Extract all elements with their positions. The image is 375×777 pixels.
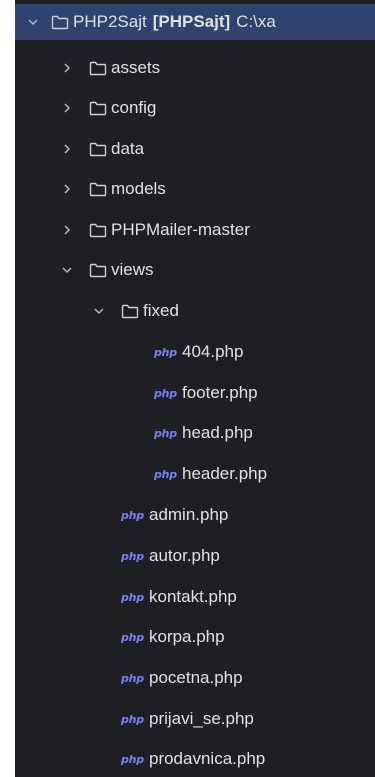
tree-file-label: kontakt.php xyxy=(148,587,237,606)
php-file-icon: php xyxy=(121,752,144,766)
tree-file-label: footer.php xyxy=(181,383,258,402)
tree-file-autor[interactable]: php autor.php xyxy=(15,538,375,574)
tree-folder-assets[interactable]: assets xyxy=(15,50,375,86)
chevron-down-icon[interactable] xyxy=(91,303,107,319)
tree-file-head[interactable]: php head.php xyxy=(15,415,375,451)
tree-root-module: [PHPSajt] xyxy=(152,12,231,31)
tree-file-pocetna[interactable]: php pocetna.php xyxy=(15,660,375,696)
php-file-icon: php xyxy=(121,630,144,644)
php-file-icon: php xyxy=(121,590,144,604)
tree-folder-fixed[interactable]: fixed xyxy=(15,293,375,329)
folder-icon xyxy=(89,180,111,198)
tree-file-404[interactable]: php 404.php xyxy=(15,334,375,370)
tree-file-admin[interactable]: php admin.php xyxy=(15,497,375,533)
tree-folder-label: config xyxy=(111,98,157,117)
tree-root-path: C:\xa xyxy=(236,12,276,31)
tree-root-row[interactable]: PHP2Sajt [PHPSajt] C:\xa xyxy=(15,4,375,40)
project-tree-panel: PHP2Sajt [PHPSajt] C:\xa assets config d… xyxy=(15,0,375,777)
tree-folder-phpmailer[interactable]: PHPMailer-master xyxy=(15,212,375,248)
tree-file-korpa[interactable]: php korpa.php xyxy=(15,619,375,655)
chevron-down-icon[interactable] xyxy=(25,14,41,30)
folder-icon xyxy=(89,221,111,239)
tree-folder-label: PHPMailer-master xyxy=(111,220,250,239)
chevron-down-icon[interactable] xyxy=(59,262,75,278)
tree-file-label: 404.php xyxy=(181,342,244,361)
php-file-icon: php xyxy=(121,549,144,563)
php-file-icon: php xyxy=(154,345,177,359)
php-file-icon: php xyxy=(154,386,177,400)
tree-folder-label: models xyxy=(111,179,166,198)
folder-icon xyxy=(51,13,73,31)
tree-file-prijavi-se[interactable]: php prijavi_se.php xyxy=(15,701,375,737)
folder-icon xyxy=(89,59,111,77)
tree-file-label: header.php xyxy=(181,464,268,483)
tree-root-name: PHP2Sajt xyxy=(73,12,147,31)
tree-folder-models[interactable]: models xyxy=(15,171,375,207)
tree-file-label: autor.php xyxy=(148,546,220,565)
tree-folder-label: data xyxy=(111,139,145,158)
tree-folder-views[interactable]: views xyxy=(15,252,375,288)
php-file-icon: php xyxy=(121,671,144,685)
tree-file-label: head.php xyxy=(181,423,253,442)
tree-file-label: pocetna.php xyxy=(148,668,243,687)
folder-icon xyxy=(121,302,143,320)
folder-icon xyxy=(89,99,111,117)
chevron-right-icon[interactable] xyxy=(59,222,75,238)
chevron-right-icon[interactable] xyxy=(59,141,75,157)
php-file-icon: php xyxy=(154,426,177,440)
tree-folder-label: views xyxy=(111,260,154,279)
tree-file-label: korpa.php xyxy=(148,627,225,646)
chevron-right-icon[interactable] xyxy=(59,60,75,76)
tree-folder-config[interactable]: config xyxy=(15,90,375,126)
php-file-icon: php xyxy=(121,712,144,726)
php-file-icon: php xyxy=(154,467,177,481)
tree-file-label: prijavi_se.php xyxy=(148,709,254,728)
tree-file-prodavnica[interactable]: php prodavnica.php xyxy=(15,741,375,777)
tree-folder-data[interactable]: data xyxy=(15,131,375,167)
tree-file-label: prodavnica.php xyxy=(148,749,266,768)
php-file-icon: php xyxy=(121,508,144,522)
tree-folder-label: fixed xyxy=(143,301,179,320)
tree-file-label: admin.php xyxy=(148,505,229,524)
tree-file-header[interactable]: php header.php xyxy=(15,456,375,492)
folder-icon xyxy=(89,140,111,158)
tree-folder-label: assets xyxy=(111,58,161,77)
tree-file-kontakt[interactable]: php kontakt.php xyxy=(15,579,375,615)
chevron-right-icon[interactable] xyxy=(59,100,75,116)
folder-icon xyxy=(89,261,111,279)
chevron-right-icon[interactable] xyxy=(59,181,75,197)
tree-file-footer[interactable]: php footer.php xyxy=(15,375,375,411)
